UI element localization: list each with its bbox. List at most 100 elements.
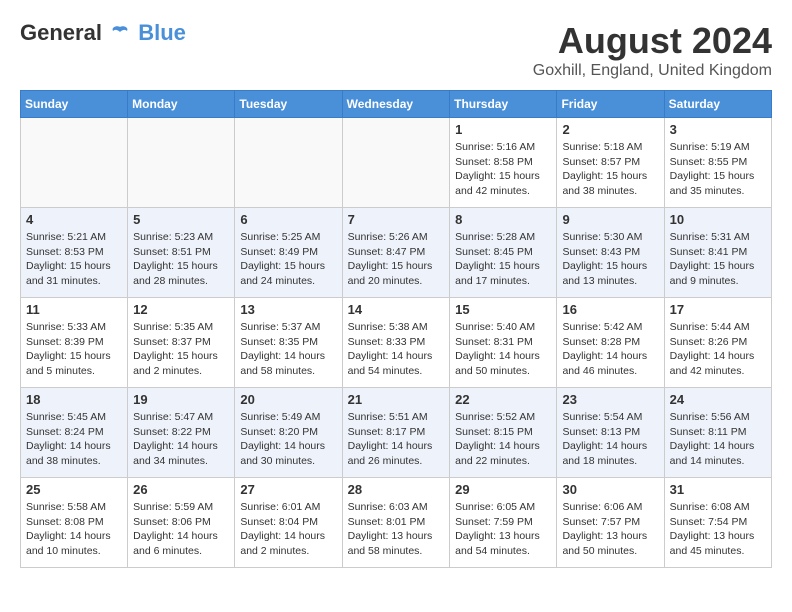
calendar-table: SundayMondayTuesdayWednesdayThursdayFrid… — [20, 90, 772, 568]
calendar-day-3: 3 Sunrise: 5:19 AMSunset: 8:55 PMDaylight… — [664, 118, 771, 208]
day-info: Sunrise: 5:42 AMSunset: 8:28 PMDaylight:… — [562, 320, 658, 379]
day-info: Sunrise: 6:06 AMSunset: 7:57 PMDaylight:… — [562, 500, 658, 559]
day-info: Sunrise: 5:28 AMSunset: 8:45 PMDaylight:… — [455, 230, 551, 289]
calendar-week-row: 4 Sunrise: 5:21 AMSunset: 8:53 PMDaylight… — [21, 208, 772, 298]
day-info: Sunrise: 6:01 AMSunset: 8:04 PMDaylight:… — [240, 500, 336, 559]
day-number: 20 — [240, 392, 336, 407]
day-number: 29 — [455, 482, 551, 497]
calendar-day-1: 1 Sunrise: 5:16 AMSunset: 8:58 PMDaylight… — [450, 118, 557, 208]
day-number: 8 — [455, 212, 551, 227]
calendar-day-19: 19Sunrise: 5:47 AMSunset: 8:22 PMDayligh… — [128, 388, 235, 478]
calendar-day-7: 7Sunrise: 5:26 AMSunset: 8:47 PMDaylight… — [342, 208, 450, 298]
calendar-day-14: 14Sunrise: 5:38 AMSunset: 8:33 PMDayligh… — [342, 298, 450, 388]
day-number: 18 — [26, 392, 122, 407]
weekday-header-saturday: Saturday — [664, 91, 771, 118]
day-info: Sunrise: 5:33 AMSunset: 8:39 PMDaylight:… — [26, 320, 122, 379]
calendar-week-row: 18 Sunrise: 5:45 AMSunset: 8:24 PMDayligh… — [21, 388, 772, 478]
day-info: Sunrise: 5:18 AMSunset: 8:57 PMDaylight:… — [562, 140, 658, 199]
day-info: Sunrise: 5:26 AMSunset: 8:47 PMDaylight:… — [348, 230, 445, 289]
calendar-day-9: 9 Sunrise: 5:30 AMSunset: 8:43 PMDaylight… — [557, 208, 664, 298]
calendar-day-13: 13 Sunrise: 5:37 AMSunset: 8:35 PMDayligh… — [235, 298, 342, 388]
logo: General Blue — [20, 20, 186, 46]
day-info: Sunrise: 5:51 AMSunset: 8:17 PMDaylight:… — [348, 410, 445, 469]
calendar-day-5: 5 Sunrise: 5:23 AMSunset: 8:51 PMDaylight… — [128, 208, 235, 298]
calendar-day-21: 21 Sunrise: 5:51 AMSunset: 8:17 PMDayligh… — [342, 388, 450, 478]
calendar-day-2: 2 Sunrise: 5:18 AMSunset: 8:57 PMDaylight… — [557, 118, 664, 208]
day-number: 30 — [562, 482, 658, 497]
day-number: 6 — [240, 212, 336, 227]
day-info: Sunrise: 5:35 AMSunset: 8:37 PMDaylight:… — [133, 320, 229, 379]
calendar-day-18: 18 Sunrise: 5:45 AMSunset: 8:24 PMDayligh… — [21, 388, 128, 478]
day-info: Sunrise: 5:37 AMSunset: 8:35 PMDaylight:… — [240, 320, 336, 379]
calendar-day-26: 26Sunrise: 5:59 AMSunset: 8:06 PMDayligh… — [128, 478, 235, 568]
day-number: 23 — [562, 392, 658, 407]
calendar-day-29: 29Sunrise: 6:05 AMSunset: 7:59 PMDayligh… — [450, 478, 557, 568]
logo-general: General Blue — [20, 20, 186, 46]
day-number: 27 — [240, 482, 336, 497]
logo-bird-icon — [109, 23, 131, 45]
day-info: Sunrise: 5:19 AMSunset: 8:55 PMDaylight:… — [670, 140, 766, 199]
day-info: Sunrise: 6:08 AMSunset: 7:54 PMDaylight:… — [670, 500, 766, 559]
day-number: 28 — [348, 482, 445, 497]
day-number: 19 — [133, 392, 229, 407]
day-info: Sunrise: 5:54 AMSunset: 8:13 PMDaylight:… — [562, 410, 658, 469]
weekday-header-friday: Friday — [557, 91, 664, 118]
day-number: 24 — [670, 392, 766, 407]
day-info: Sunrise: 5:21 AMSunset: 8:53 PMDaylight:… — [26, 230, 122, 289]
day-number: 9 — [562, 212, 658, 227]
day-number: 22 — [455, 392, 551, 407]
day-number: 10 — [670, 212, 766, 227]
day-number: 16 — [562, 302, 658, 317]
day-info: Sunrise: 5:16 AMSunset: 8:58 PMDaylight:… — [455, 140, 551, 199]
day-info: Sunrise: 5:40 AMSunset: 8:31 PMDaylight:… — [455, 320, 551, 379]
calendar-day-25: 25 Sunrise: 5:58 AMSunset: 8:08 PMDayligh… — [21, 478, 128, 568]
day-info: Sunrise: 5:31 AMSunset: 8:41 PMDaylight:… — [670, 230, 766, 289]
calendar-day-empty — [235, 118, 342, 208]
day-info: Sunrise: 5:45 AMSunset: 8:24 PMDaylight:… — [26, 410, 122, 469]
day-number: 11 — [26, 302, 122, 317]
month-year-title: August 2024 — [533, 20, 772, 62]
day-info: Sunrise: 5:49 AMSunset: 8:20 PMDaylight:… — [240, 410, 336, 469]
day-info: Sunrise: 5:52 AMSunset: 8:15 PMDaylight:… — [455, 410, 551, 469]
weekday-header-thursday: Thursday — [450, 91, 557, 118]
weekday-header-monday: Monday — [128, 91, 235, 118]
day-number: 25 — [26, 482, 122, 497]
day-info: Sunrise: 5:23 AMSunset: 8:51 PMDaylight:… — [133, 230, 229, 289]
calendar-day-11: 11 Sunrise: 5:33 AMSunset: 8:39 PMDayligh… — [21, 298, 128, 388]
weekday-header-sunday: Sunday — [21, 91, 128, 118]
day-info: Sunrise: 6:03 AMSunset: 8:01 PMDaylight:… — [348, 500, 445, 559]
calendar-day-8: 8 Sunrise: 5:28 AMSunset: 8:45 PMDaylight… — [450, 208, 557, 298]
calendar-week-row: 1 Sunrise: 5:16 AMSunset: 8:58 PMDaylight… — [21, 118, 772, 208]
day-number: 14 — [348, 302, 445, 317]
calendar-day-16: 16 Sunrise: 5:42 AMSunset: 8:28 PMDayligh… — [557, 298, 664, 388]
day-number: 1 — [455, 122, 551, 137]
day-number: 13 — [240, 302, 336, 317]
weekday-header-row: SundayMondayTuesdayWednesdayThursdayFrid… — [21, 91, 772, 118]
day-number: 3 — [670, 122, 766, 137]
day-number: 12 — [133, 302, 229, 317]
day-info: Sunrise: 5:59 AMSunset: 8:06 PMDaylight:… — [133, 500, 229, 559]
calendar-day-20: 20 Sunrise: 5:49 AMSunset: 8:20 PMDayligh… — [235, 388, 342, 478]
day-number: 21 — [348, 392, 445, 407]
day-info: Sunrise: 5:58 AMSunset: 8:08 PMDaylight:… — [26, 500, 122, 559]
calendar-day-17: 17Sunrise: 5:44 AMSunset: 8:26 PMDayligh… — [664, 298, 771, 388]
calendar-day-31: 31 Sunrise: 6:08 AMSunset: 7:54 PMDayligh… — [664, 478, 771, 568]
calendar-day-empty — [128, 118, 235, 208]
calendar-day-28: 28 Sunrise: 6:03 AMSunset: 8:01 PMDayligh… — [342, 478, 450, 568]
weekday-header-tuesday: Tuesday — [235, 91, 342, 118]
calendar-day-22: 22 Sunrise: 5:52 AMSunset: 8:15 PMDayligh… — [450, 388, 557, 478]
day-number: 5 — [133, 212, 229, 227]
day-info: Sunrise: 5:30 AMSunset: 8:43 PMDaylight:… — [562, 230, 658, 289]
calendar-day-27: 27 Sunrise: 6:01 AMSunset: 8:04 PMDayligh… — [235, 478, 342, 568]
day-info: Sunrise: 5:44 AMSunset: 8:26 PMDaylight:… — [670, 320, 766, 379]
day-number: 31 — [670, 482, 766, 497]
calendar-day-24: 24 Sunrise: 5:56 AMSunset: 8:11 PMDayligh… — [664, 388, 771, 478]
weekday-header-wednesday: Wednesday — [342, 91, 450, 118]
day-number: 15 — [455, 302, 551, 317]
day-number: 2 — [562, 122, 658, 137]
calendar-week-row: 25 Sunrise: 5:58 AMSunset: 8:08 PMDayligh… — [21, 478, 772, 568]
day-number: 4 — [26, 212, 122, 227]
day-info: Sunrise: 5:56 AMSunset: 8:11 PMDaylight:… — [670, 410, 766, 469]
calendar-day-30: 30 Sunrise: 6:06 AMSunset: 7:57 PMDayligh… — [557, 478, 664, 568]
calendar-day-empty — [21, 118, 128, 208]
